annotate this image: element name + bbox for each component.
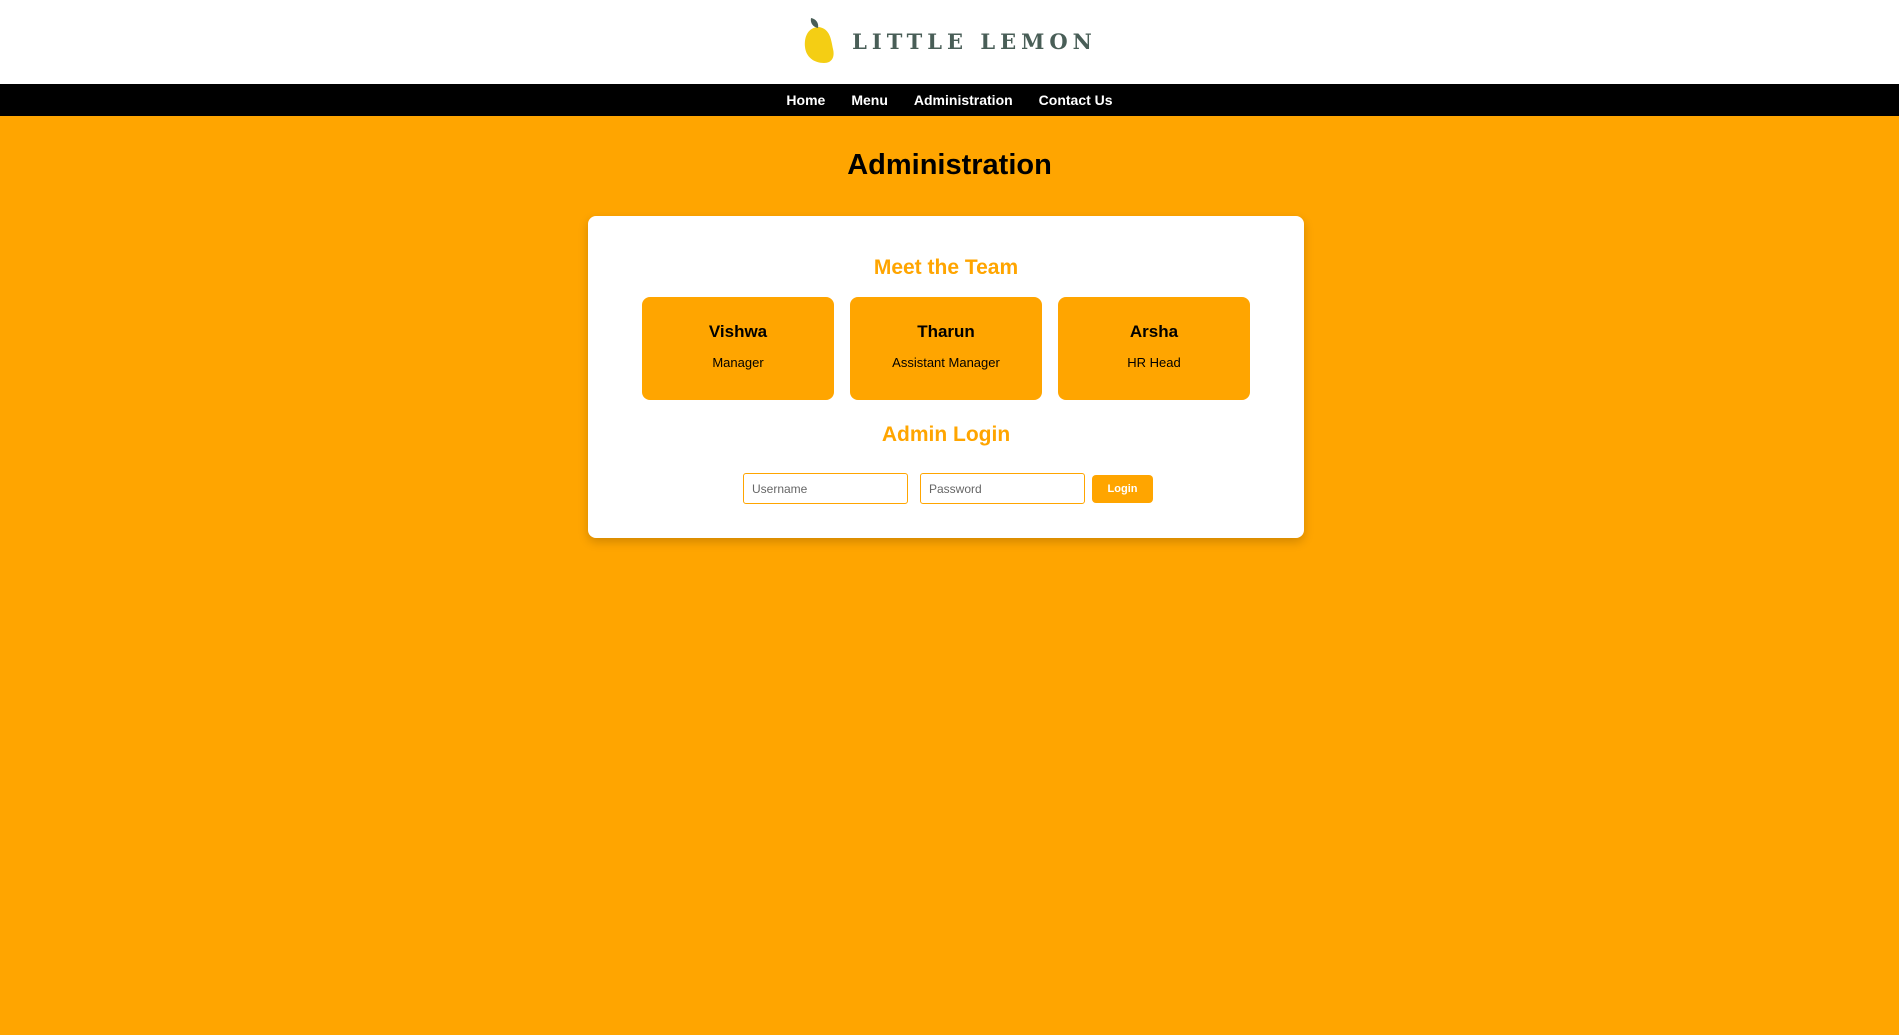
site-header: LITTLE LEMON xyxy=(0,0,1899,84)
team-member-card: Arsha HR Head xyxy=(1058,297,1250,400)
brand-name: LITTLE LEMON xyxy=(852,28,1097,54)
member-role: Assistant Manager xyxy=(892,355,1000,370)
team-member-card: Tharun Assistant Manager xyxy=(850,297,1042,400)
page-title: Administration xyxy=(847,149,1052,181)
nav-administration[interactable]: Administration xyxy=(914,92,1013,108)
team-list: Vishwa Manager Tharun Assistant Manager … xyxy=(642,297,1250,400)
member-name: Arsha xyxy=(1129,322,1179,341)
team-member-card: Vishwa Manager xyxy=(642,297,834,400)
lemon-icon xyxy=(805,18,834,63)
password-input[interactable] xyxy=(920,473,1085,504)
username-input[interactable] xyxy=(743,473,908,504)
login-button[interactable]: Login xyxy=(1092,474,1153,503)
main-nav: Home Menu Administration Contact Us xyxy=(0,84,1899,116)
nav-menu[interactable]: Menu xyxy=(851,92,888,108)
member-name: Vishwa xyxy=(708,322,768,341)
nav-contact-us[interactable]: Contact Us xyxy=(1039,92,1113,108)
member-name: Tharun xyxy=(917,322,975,341)
nav-home[interactable]: Home xyxy=(786,92,825,108)
logo[interactable]: LITTLE LEMON xyxy=(802,17,1097,65)
admin-panel: Meet the Team Vishwa Manager Tharun Assi… xyxy=(588,216,1304,538)
member-role: Manager xyxy=(712,355,764,370)
member-role: HR Head xyxy=(1127,355,1181,370)
admin-login-form: Login xyxy=(743,473,1153,504)
team-section-title: Meet the Team xyxy=(873,256,1019,279)
login-section-title: Admin Login xyxy=(881,423,1011,446)
